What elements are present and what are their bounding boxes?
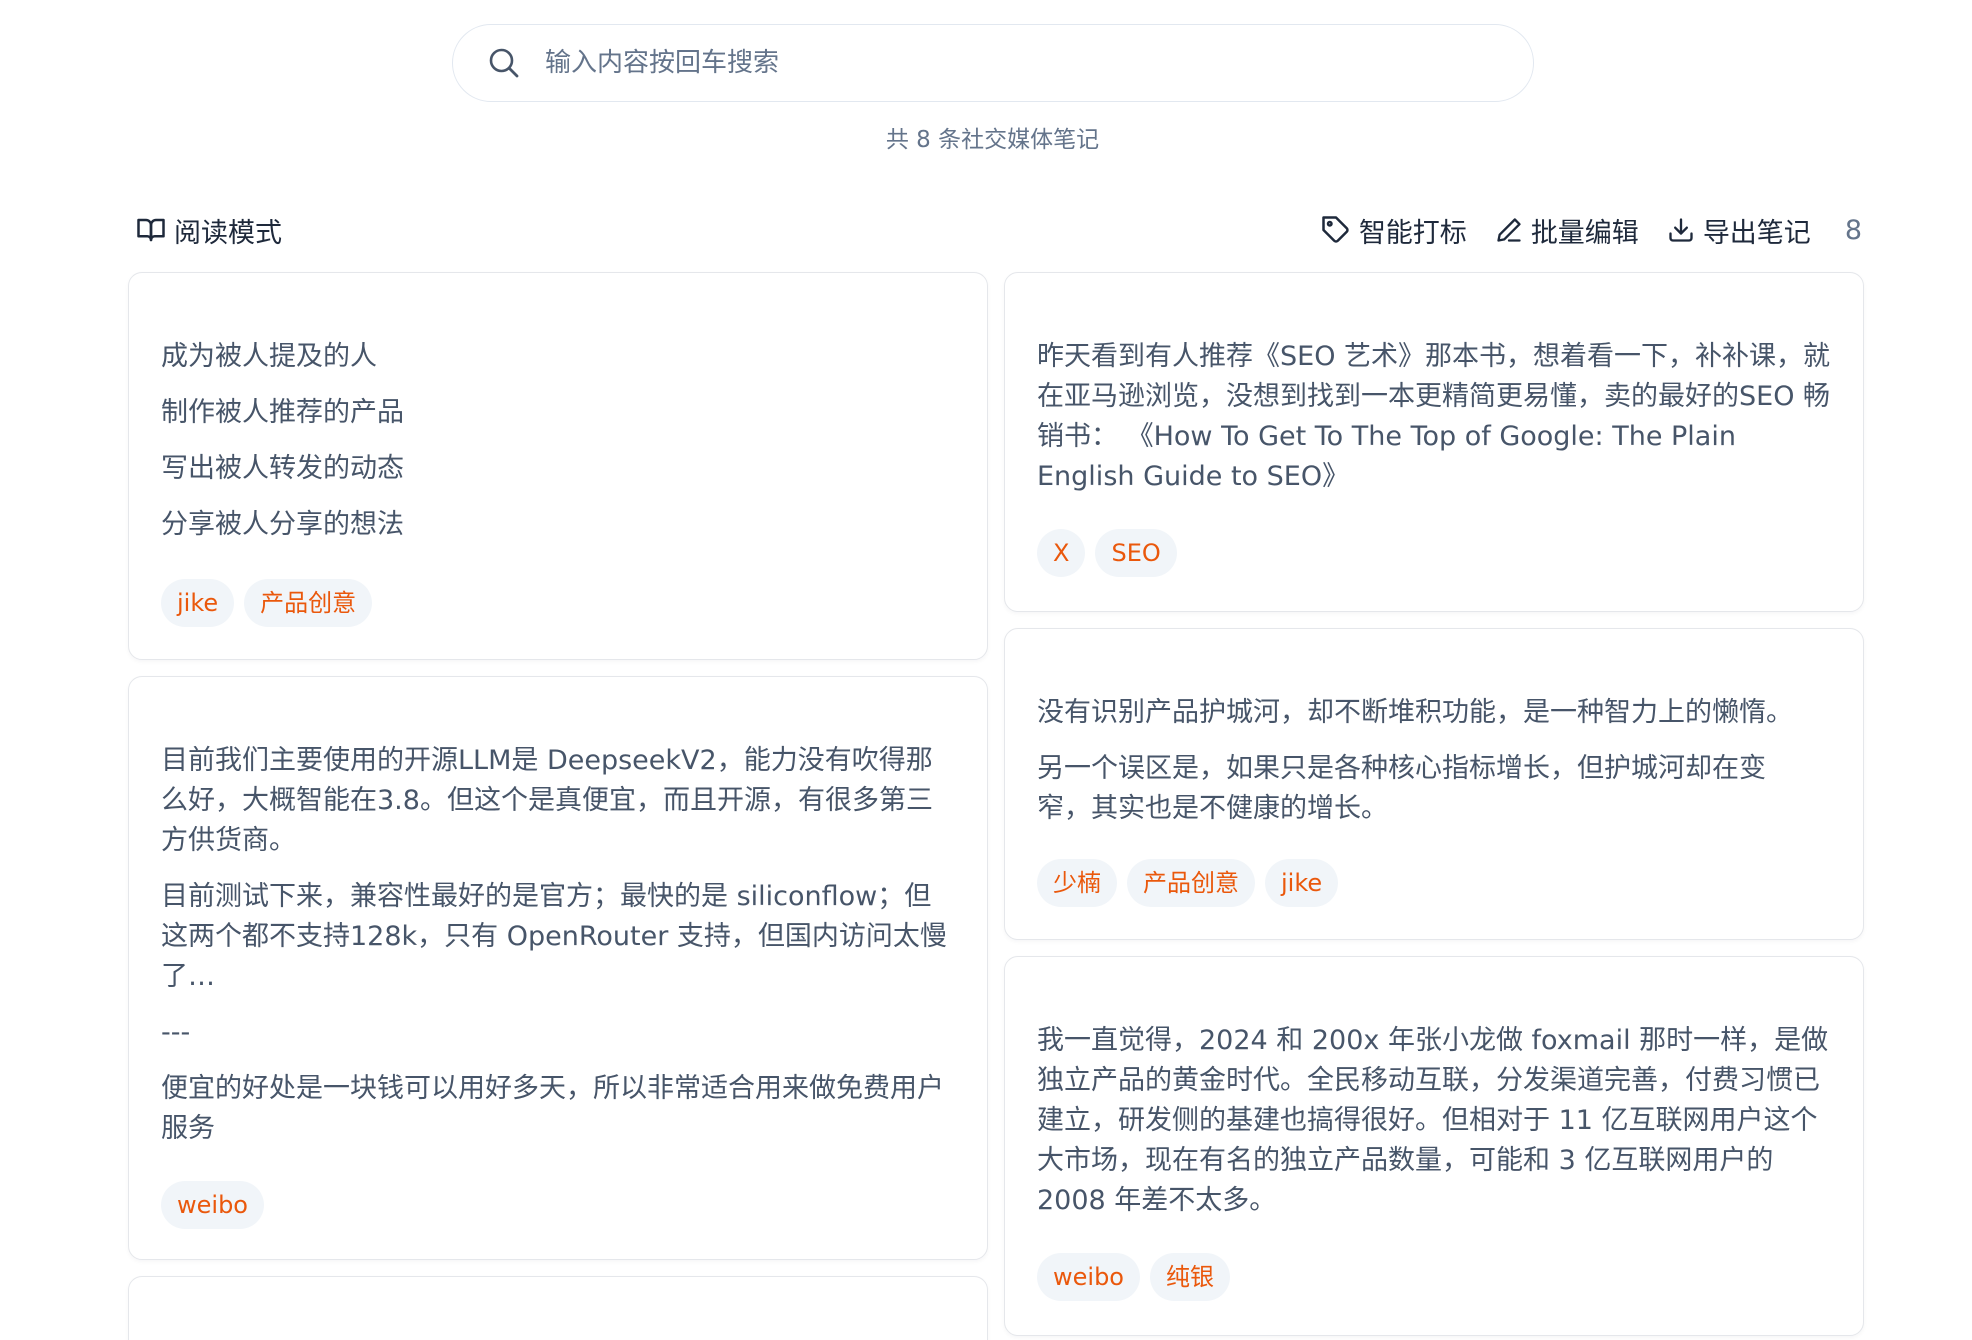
search-icon	[487, 46, 521, 80]
note-tags: X SEO	[1037, 529, 1187, 577]
notes-count: 8	[1844, 214, 1862, 246]
note-card[interactable]: 成为被人提及的人 制作被人推荐的产品 写出被人转发的动态 分享被人分享的想法 j…	[128, 272, 988, 660]
tag-chunyin[interactable]: 纯银	[1149, 1253, 1230, 1301]
note-paragraph: 分享被人分享的想法	[161, 509, 404, 540]
note-paragraph: 制作被人推荐的产品	[161, 397, 404, 428]
note-paragraph: 便宜的好处是一块钱可以用好多天，所以非常适合用来做免费用户服务	[161, 1073, 944, 1144]
tag-seo[interactable]: SEO	[1095, 529, 1177, 577]
reading-mode-label: 阅读模式	[174, 217, 282, 249]
note-tags: weibo	[161, 1181, 274, 1229]
note-tags: weibo 纯银	[1037, 1253, 1240, 1301]
pencil-icon	[1497, 218, 1521, 242]
tag-product-idea[interactable]: 产品创意	[1127, 859, 1255, 907]
smart-tag-label: 智能打标	[1358, 217, 1467, 249]
export-notes-button[interactable]: 导出笔记	[1667, 211, 1811, 250]
export-notes-label: 导出笔记	[1702, 217, 1811, 249]
note-paragraph: 另一个误区是，如果只是各种核心指标增长，但护城河却在变窄，其实也是不健康的增长。	[1037, 753, 1766, 824]
smart-tag-button[interactable]: 智能打标	[1321, 211, 1467, 250]
search-bar[interactable]	[452, 24, 1534, 102]
reading-mode-button[interactable]: 阅读模式	[136, 211, 282, 250]
download-icon	[1669, 218, 1693, 242]
note-paragraph: 目前我们主要使用的开源LLM是 DeepseekV2，能力没有吹得那么好，大概智…	[161, 745, 933, 856]
tag-weibo[interactable]: weibo	[161, 1181, 264, 1229]
tag-jike[interactable]: jike	[1265, 859, 1339, 907]
note-paragraph: 目前测试下来，兼容性最好的是官方；最快的是 siliconflow；但这两个都不…	[161, 881, 947, 992]
tag-icon	[1322, 216, 1349, 243]
batch-edit-label: 批量编辑	[1530, 217, 1639, 249]
note-paragraph: 写出被人转发的动态	[161, 453, 404, 484]
tag-weibo[interactable]: weibo	[1037, 1253, 1140, 1301]
note-card[interactable]: 昨天看到有人推荐《SEO 艺术》那本书，想着看一下，补补课，就在亚马逊浏览，没想…	[1004, 272, 1864, 612]
book-open-icon	[137, 218, 165, 242]
notes-page: 共 8 条社交媒体笔记 阅读模式 智能打标	[0, 0, 1972, 1340]
note-card[interactable]: 目前我们主要使用的开源LLM是 DeepseekV2，能力没有吹得那么好，大概智…	[128, 676, 988, 1260]
note-tags: 少楠 产品创意 jike	[1037, 859, 1348, 907]
note-paragraph: 我一直觉得，2024 和 200x 年张小龙做 foxmail 那时一样，是做独…	[1037, 1025, 1829, 1216]
tag-jike[interactable]: jike	[161, 579, 235, 627]
toolbar: 阅读模式 智能打标 批量编辑 导出笔记 8	[132, 206, 1862, 254]
note-paragraph: 昨天看到有人推荐《SEO 艺术》那本书，想着看一下，补补课，就在亚马逊浏览，没想…	[1037, 341, 1831, 492]
note-tags: jike 产品创意	[161, 579, 382, 627]
note-separator: ---	[161, 1017, 191, 1048]
note-card[interactable]: 没有识别产品护城河，却不断堆积功能，是一种智力上的懒惰。 另一个误区是，如果只是…	[1004, 628, 1864, 940]
tag-product-idea[interactable]: 产品创意	[244, 579, 373, 627]
notes-count-summary: 共 8 条社交媒体笔记	[885, 127, 1100, 153]
tag-x[interactable]: X	[1037, 529, 1086, 577]
note-paragraph: 没有识别产品护城河，却不断堆积功能，是一种智力上的懒惰。	[1037, 697, 1793, 728]
search-input[interactable]	[543, 32, 1533, 94]
note-card[interactable]	[128, 1276, 988, 1340]
note-card[interactable]: 我一直觉得，2024 和 200x 年张小龙做 foxmail 那时一样，是做独…	[1004, 956, 1864, 1336]
batch-edit-button[interactable]: 批量编辑	[1495, 211, 1639, 250]
note-paragraph: 成为被人提及的人	[161, 341, 377, 372]
tag-shaonan[interactable]: 少楠	[1037, 859, 1117, 907]
